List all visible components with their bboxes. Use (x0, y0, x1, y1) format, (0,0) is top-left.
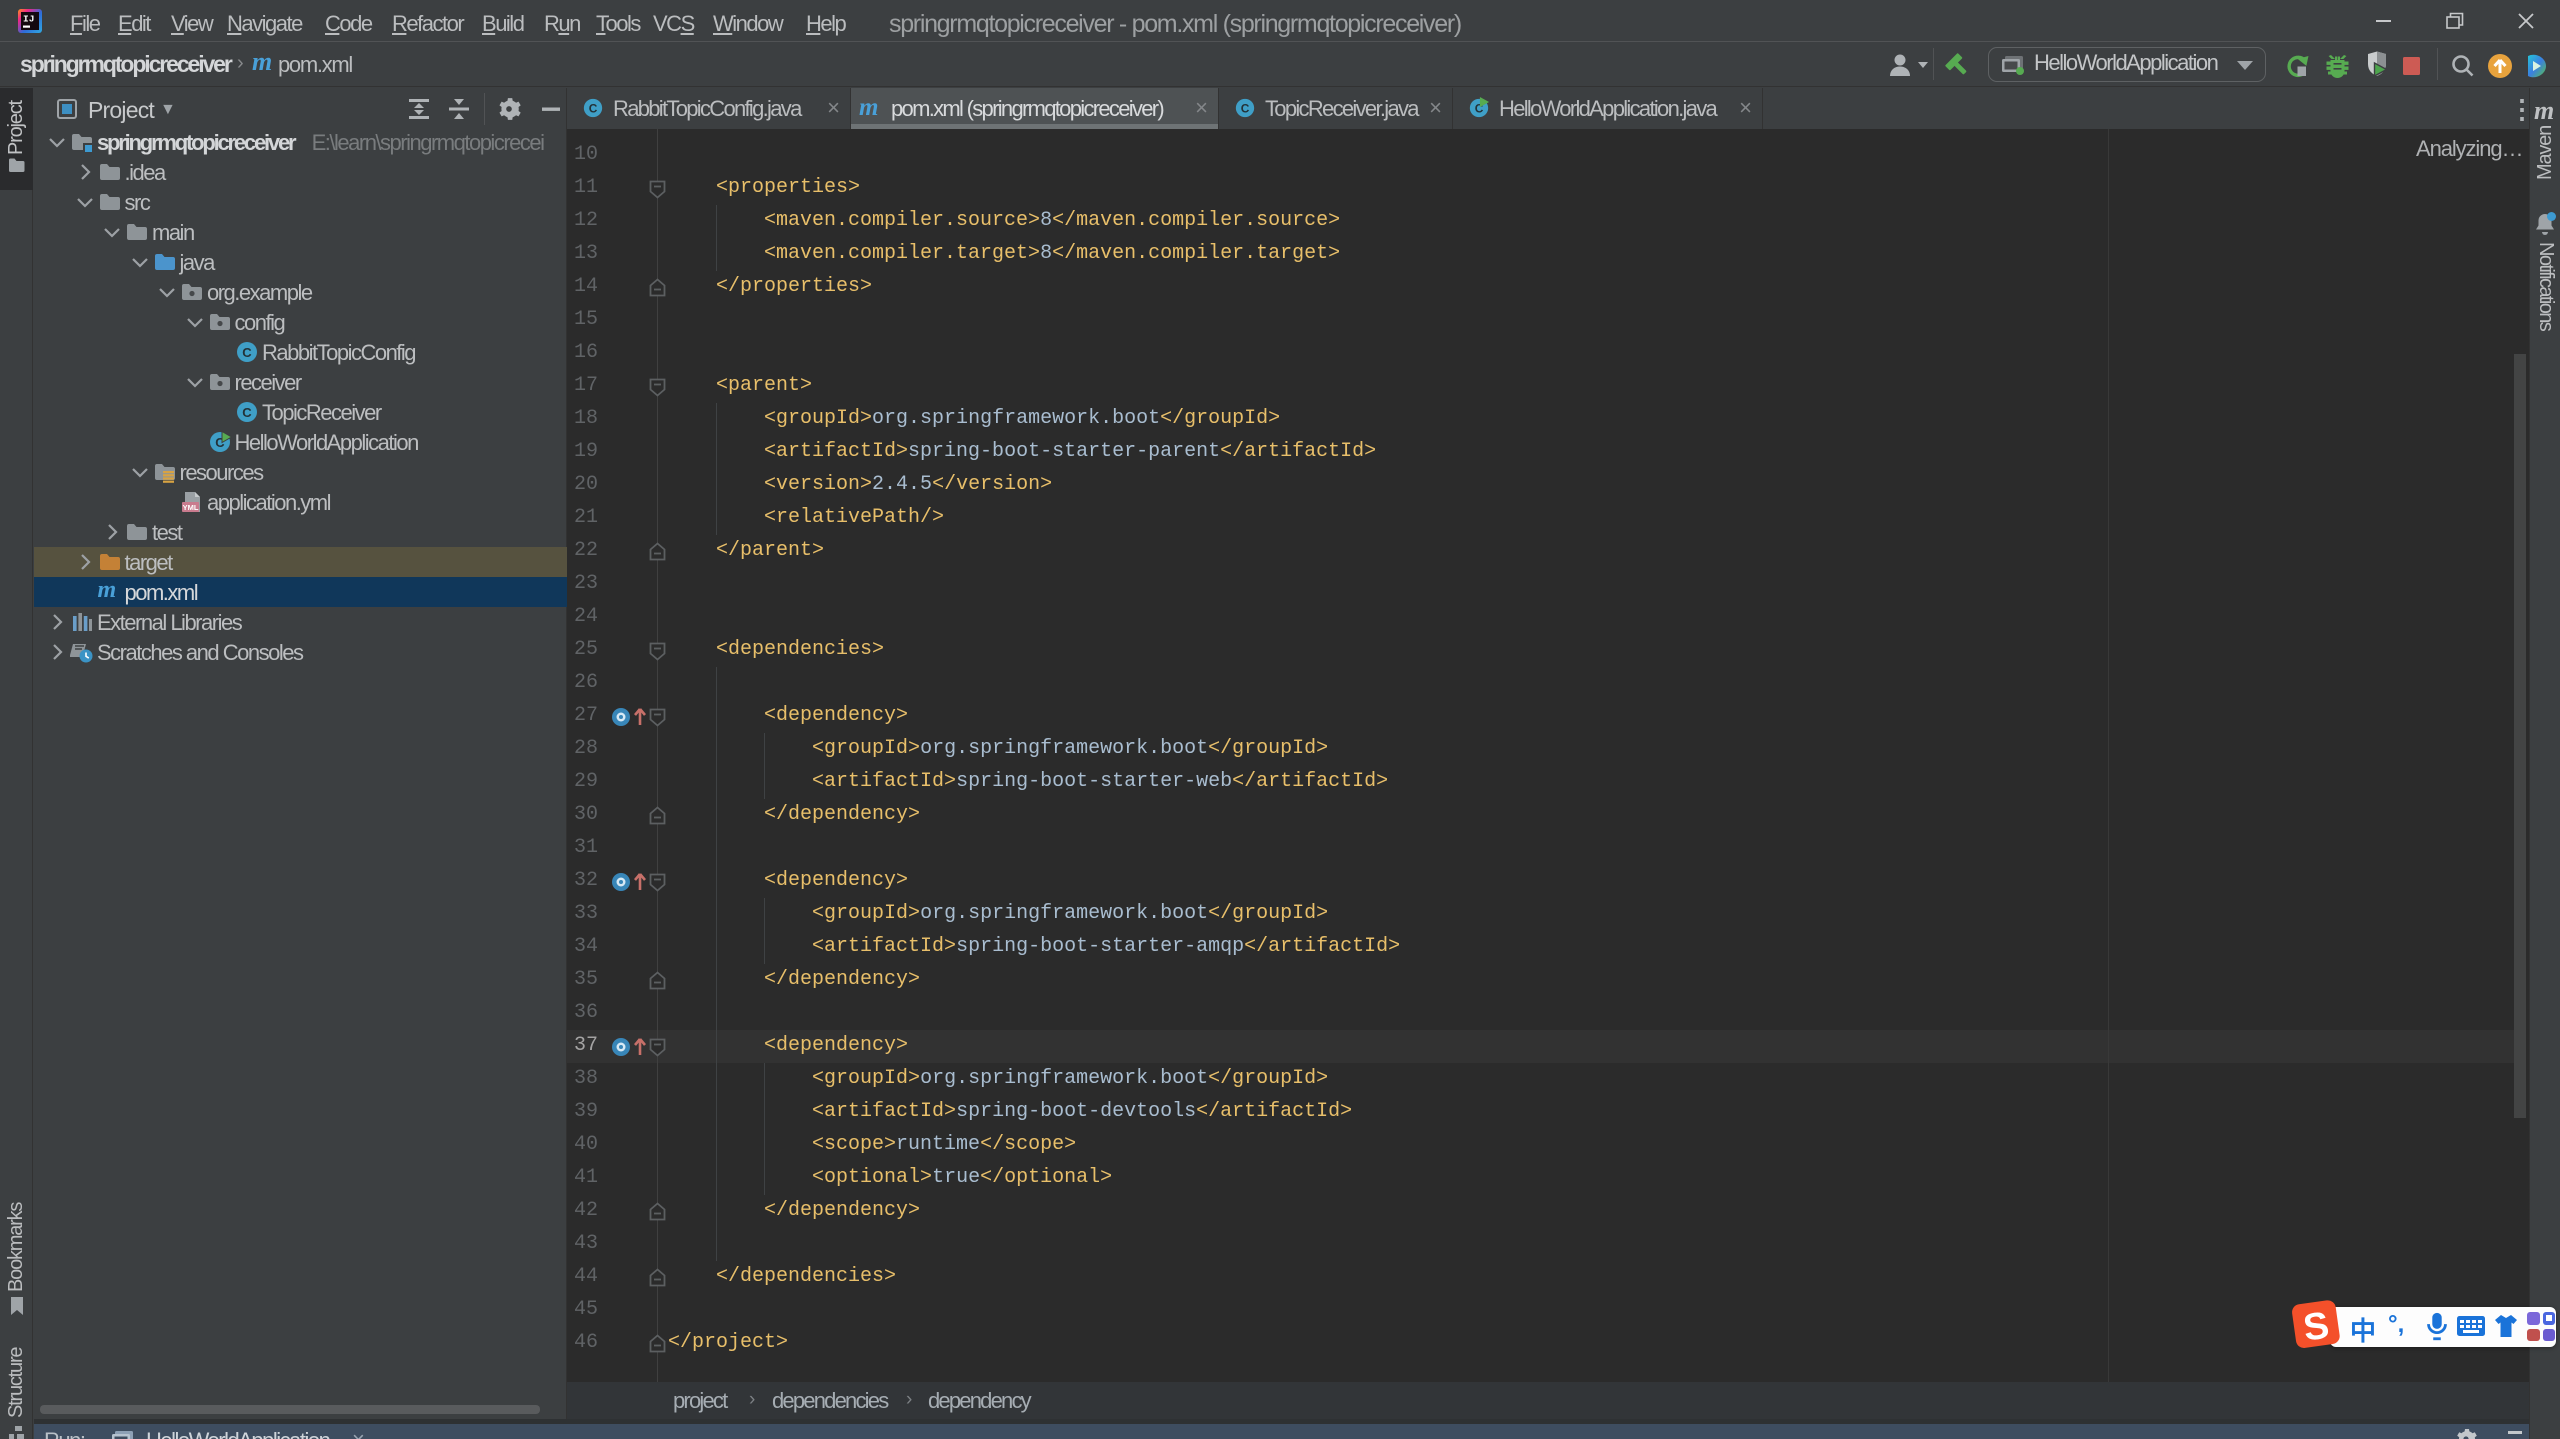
svg-text:C: C (242, 405, 252, 420)
svg-text:C: C (242, 345, 252, 360)
svg-text:C: C (589, 102, 598, 116)
svg-text:YML: YML (183, 503, 199, 512)
svg-text:C: C (1241, 102, 1250, 116)
